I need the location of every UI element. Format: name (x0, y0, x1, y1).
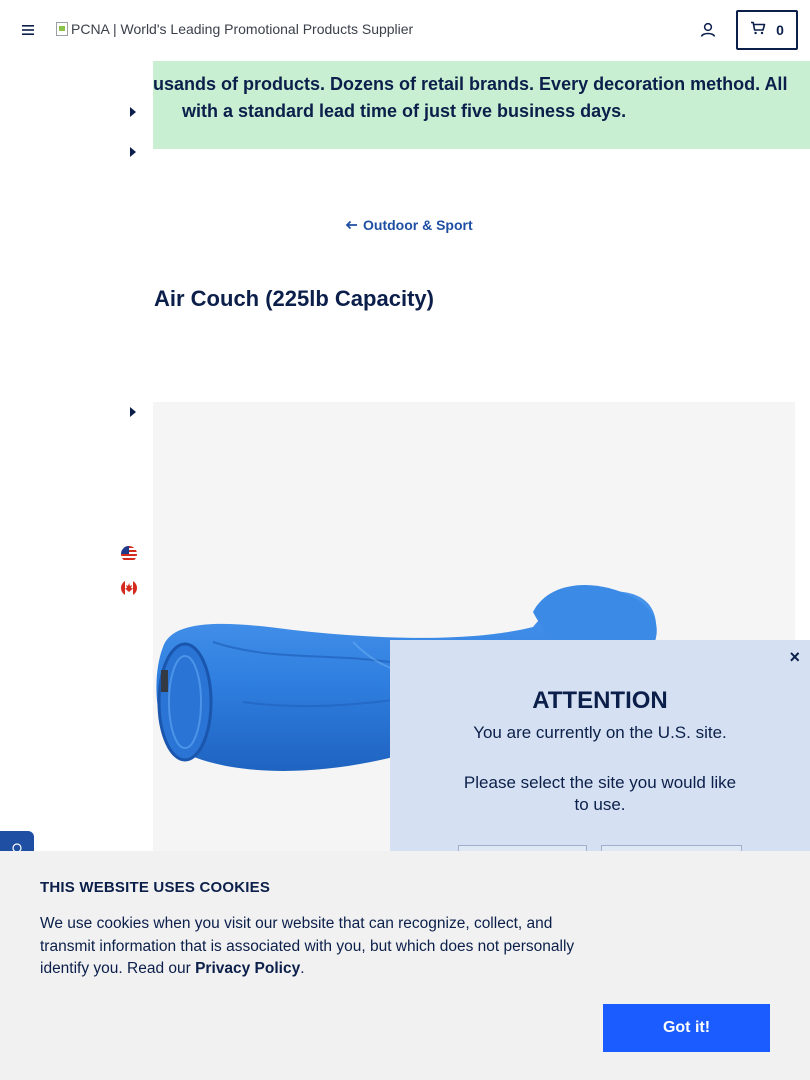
privacy-policy-link[interactable]: Privacy Policy (195, 960, 300, 977)
canada-flag-icon[interactable] (121, 580, 137, 596)
close-icon[interactable]: × (789, 648, 800, 666)
site-logo[interactable]: PCNA | World's Leading Promotional Produ… (56, 21, 413, 37)
cookie-title: THIS WEBSITE USES COOKIES (40, 879, 271, 896)
cookie-banner: THIS WEBSITE USES COOKIES We use cookies… (0, 851, 810, 1080)
user-icon[interactable] (698, 20, 718, 40)
breadcrumb-label: Outdoor & Sport (363, 217, 473, 233)
accept-cookies-button[interactable]: Got it! (603, 1004, 770, 1052)
modal-message: You are currently on the U.S. site. (473, 723, 727, 742)
caret-right-icon[interactable] (129, 147, 137, 157)
promo-line-2: with a standard lead time of just five b… (182, 101, 627, 121)
caret-right-icon[interactable] (129, 107, 137, 117)
broken-image-icon (56, 22, 68, 36)
product-title: Air Couch (225lb Capacity) (154, 286, 434, 311)
cookie-text: We use cookies when you visit our websit… (40, 913, 600, 981)
us-flag-icon[interactable] (121, 546, 137, 562)
cookie-text-body: We use cookies when you visit our websit… (40, 915, 575, 977)
site-header: PCNA | World's Leading Promotional Produ… (0, 0, 810, 61)
modal-prompt: Please select the site you would like to… (463, 773, 737, 814)
cart-count: 0 (776, 22, 784, 38)
page: PCNA | World's Leading Promotional Produ… (0, 0, 810, 1080)
arrow-left-icon (345, 217, 358, 233)
modal-title: ATTENTION (532, 687, 668, 714)
cookie-text-end: . (300, 960, 305, 977)
cart-icon (750, 20, 766, 41)
cart-button[interactable]: 0 (736, 10, 798, 50)
promo-banner: usands of products. Dozens of retail bra… (153, 61, 810, 149)
hamburger-menu-icon[interactable] (18, 20, 38, 40)
breadcrumb-back-link[interactable]: Outdoor & Sport (345, 217, 473, 233)
logo-alt-text: PCNA | World's Leading Promotional Produ… (71, 21, 414, 37)
promo-line-1: usands of products. Dozens of retail bra… (153, 74, 788, 94)
caret-right-icon[interactable] (129, 407, 137, 417)
